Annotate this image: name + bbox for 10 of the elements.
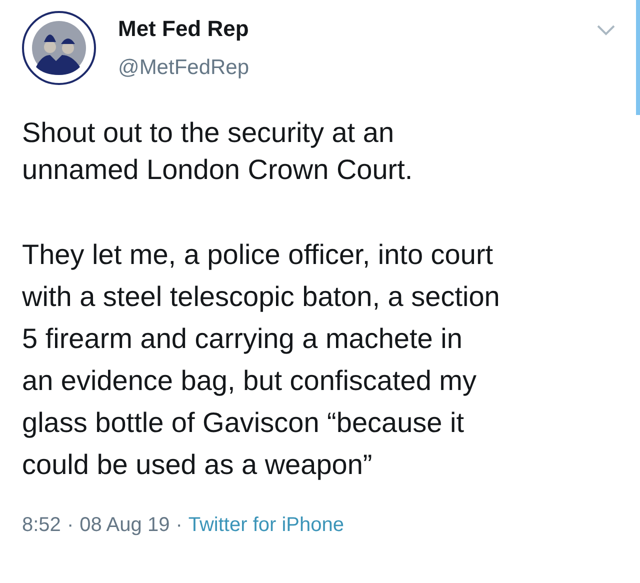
author-name[interactable]: Met Fed Rep: [118, 16, 250, 42]
tweet-time: 8:52: [22, 514, 61, 537]
tweet-text: Shout out to the security at an unnamed London Crown Court.: [22, 116, 414, 187]
tweet-text: They let me, a police officer, into court with a steel telescopic baton, a section 5 firearm and carrying a machete in an evidence bag, but confiscated my glass bottle of Gaviscon “because it could be used as a weapon”: [22, 238, 501, 482]
tweet-date: 08 Aug 19: [80, 514, 170, 537]
source-link[interactable]: Twitter for iPhone: [188, 514, 344, 537]
chevron-down-icon[interactable]: [596, 24, 616, 36]
separator-dot: ·: [176, 514, 182, 537]
author-handle[interactable]: @MetFedRep: [118, 56, 250, 80]
separator-dot: ·: [66, 514, 74, 537]
